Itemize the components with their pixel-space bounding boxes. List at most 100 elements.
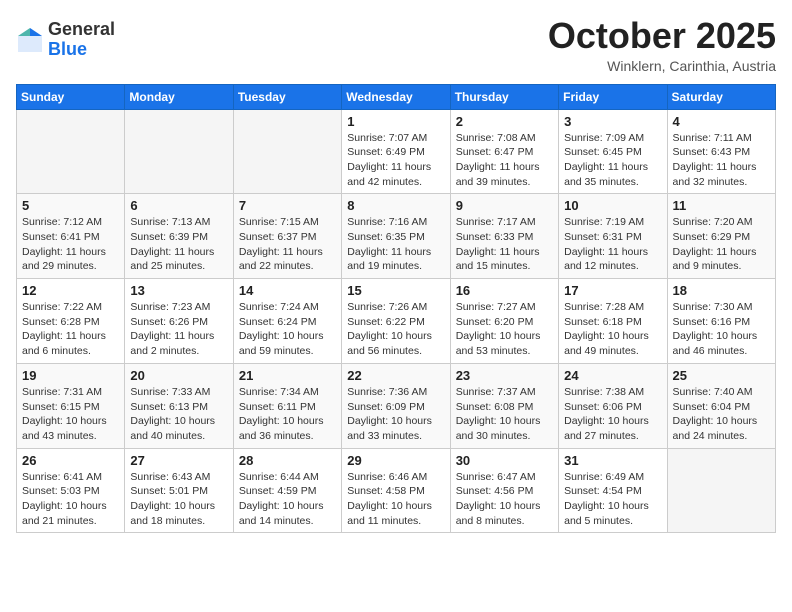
- calendar-empty-cell: [125, 109, 233, 194]
- weekday-header-tuesday: Tuesday: [233, 84, 341, 109]
- day-info: Sunrise: 6:44 AMSunset: 4:59 PMDaylight:…: [239, 470, 336, 529]
- day-info: Sunrise: 7:26 AMSunset: 6:22 PMDaylight:…: [347, 300, 444, 359]
- day-number: 23: [456, 368, 553, 383]
- calendar-day-2: 2 Sunrise: 7:08 AMSunset: 6:47 PMDaylight…: [450, 109, 558, 194]
- weekday-header-friday: Friday: [559, 84, 667, 109]
- logo-text: General Blue: [48, 20, 115, 60]
- day-info: Sunrise: 7:19 AMSunset: 6:31 PMDaylight:…: [564, 215, 661, 274]
- day-info: Sunrise: 7:22 AMSunset: 6:28 PMDaylight:…: [22, 300, 119, 359]
- logo-icon: [16, 26, 44, 54]
- day-info: Sunrise: 6:43 AMSunset: 5:01 PMDaylight:…: [130, 470, 227, 529]
- calendar-day-27: 27 Sunrise: 6:43 AMSunset: 5:01 PMDayligh…: [125, 448, 233, 533]
- day-number: 11: [673, 198, 770, 213]
- day-info: Sunrise: 6:46 AMSunset: 4:58 PMDaylight:…: [347, 470, 444, 529]
- calendar-day-14: 14Sunrise: 7:24 AMSunset: 6:24 PMDayligh…: [233, 279, 341, 364]
- calendar-day-29: 29 Sunrise: 6:46 AMSunset: 4:58 PMDayligh…: [342, 448, 450, 533]
- day-number: 10: [564, 198, 661, 213]
- calendar-day-15: 15 Sunrise: 7:26 AMSunset: 6:22 PMDayligh…: [342, 279, 450, 364]
- logo: General Blue: [16, 20, 115, 60]
- calendar-day-31: 31 Sunrise: 6:49 AMSunset: 4:54 PMDayligh…: [559, 448, 667, 533]
- calendar-day-20: 20 Sunrise: 7:33 AMSunset: 6:13 PMDayligh…: [125, 363, 233, 448]
- day-info: Sunrise: 6:41 AMSunset: 5:03 PMDaylight:…: [22, 470, 119, 529]
- calendar-day-25: 25 Sunrise: 7:40 AMSunset: 6:04 PMDayligh…: [667, 363, 775, 448]
- calendar-day-19: 19 Sunrise: 7:31 AMSunset: 6:15 PMDayligh…: [17, 363, 125, 448]
- calendar-week-row: 5Sunrise: 7:12 AMSunset: 6:41 PMDaylight…: [17, 194, 776, 279]
- page-header: General Blue October 2025 Winklern, Cari…: [16, 16, 776, 74]
- weekday-header-row: SundayMondayTuesdayWednesdayThursdayFrid…: [17, 84, 776, 109]
- day-number: 8: [347, 198, 444, 213]
- day-number: 17: [564, 283, 661, 298]
- day-info: Sunrise: 7:33 AMSunset: 6:13 PMDaylight:…: [130, 385, 227, 444]
- day-info: Sunrise: 7:16 AMSunset: 6:35 PMDaylight:…: [347, 215, 444, 274]
- day-number: 22: [347, 368, 444, 383]
- calendar-empty-cell: [17, 109, 125, 194]
- calendar-day-23: 23 Sunrise: 7:37 AMSunset: 6:08 PMDayligh…: [450, 363, 558, 448]
- calendar-day-24: 24 Sunrise: 7:38 AMSunset: 6:06 PMDayligh…: [559, 363, 667, 448]
- calendar-week-row: 26Sunrise: 6:41 AMSunset: 5:03 PMDayligh…: [17, 448, 776, 533]
- day-info: Sunrise: 7:40 AMSunset: 6:04 PMDaylight:…: [673, 385, 770, 444]
- calendar-day-21: 21 Sunrise: 7:34 AMSunset: 6:11 PMDayligh…: [233, 363, 341, 448]
- calendar-day-1: 1 Sunrise: 7:07 AMSunset: 6:49 PMDaylight…: [342, 109, 450, 194]
- day-info: Sunrise: 7:23 AMSunset: 6:26 PMDaylight:…: [130, 300, 227, 359]
- day-number: 27: [130, 453, 227, 468]
- calendar-week-row: 19 Sunrise: 7:31 AMSunset: 6:15 PMDayligh…: [17, 363, 776, 448]
- title-block: October 2025 Winklern, Carinthia, Austri…: [548, 16, 776, 74]
- calendar-empty-cell: [233, 109, 341, 194]
- day-info: Sunrise: 7:09 AMSunset: 6:45 PMDaylight:…: [564, 131, 661, 190]
- day-info: Sunrise: 6:47 AMSunset: 4:56 PMDaylight:…: [456, 470, 553, 529]
- day-info: Sunrise: 7:08 AMSunset: 6:47 PMDaylight:…: [456, 131, 553, 190]
- weekday-header-sunday: Sunday: [17, 84, 125, 109]
- day-info: Sunrise: 7:11 AMSunset: 6:43 PMDaylight:…: [673, 131, 770, 190]
- logo-blue: Blue: [48, 40, 115, 60]
- day-number: 4: [673, 114, 770, 129]
- day-info: Sunrise: 7:30 AMSunset: 6:16 PMDaylight:…: [673, 300, 770, 359]
- day-info: Sunrise: 7:28 AMSunset: 6:18 PMDaylight:…: [564, 300, 661, 359]
- calendar-empty-cell: [667, 448, 775, 533]
- calendar-day-17: 17 Sunrise: 7:28 AMSunset: 6:18 PMDayligh…: [559, 279, 667, 364]
- day-number: 12: [22, 283, 119, 298]
- calendar-day-7: 7 Sunrise: 7:15 AMSunset: 6:37 PMDaylight…: [233, 194, 341, 279]
- day-info: Sunrise: 7:17 AMSunset: 6:33 PMDaylight:…: [456, 215, 553, 274]
- day-number: 19: [22, 368, 119, 383]
- day-info: Sunrise: 7:34 AMSunset: 6:11 PMDaylight:…: [239, 385, 336, 444]
- calendar-day-9: 9Sunrise: 7:17 AMSunset: 6:33 PMDaylight…: [450, 194, 558, 279]
- day-number: 6: [130, 198, 227, 213]
- day-number: 21: [239, 368, 336, 383]
- calendar-day-18: 18Sunrise: 7:30 AMSunset: 6:16 PMDayligh…: [667, 279, 775, 364]
- weekday-header-thursday: Thursday: [450, 84, 558, 109]
- day-number: 25: [673, 368, 770, 383]
- logo-general: General: [48, 20, 115, 40]
- day-info: Sunrise: 7:20 AMSunset: 6:29 PMDaylight:…: [673, 215, 770, 274]
- day-info: Sunrise: 7:15 AMSunset: 6:37 PMDaylight:…: [239, 215, 336, 274]
- day-info: Sunrise: 7:07 AMSunset: 6:49 PMDaylight:…: [347, 131, 444, 190]
- day-number: 29: [347, 453, 444, 468]
- calendar-day-13: 13Sunrise: 7:23 AMSunset: 6:26 PMDayligh…: [125, 279, 233, 364]
- day-info: Sunrise: 7:31 AMSunset: 6:15 PMDaylight:…: [22, 385, 119, 444]
- calendar-day-11: 11 Sunrise: 7:20 AMSunset: 6:29 PMDayligh…: [667, 194, 775, 279]
- day-info: Sunrise: 7:38 AMSunset: 6:06 PMDaylight:…: [564, 385, 661, 444]
- calendar-table: SundayMondayTuesdayWednesdayThursdayFrid…: [16, 84, 776, 534]
- day-info: Sunrise: 6:49 AMSunset: 4:54 PMDaylight:…: [564, 470, 661, 529]
- calendar-day-16: 16 Sunrise: 7:27 AMSunset: 6:20 PMDayligh…: [450, 279, 558, 364]
- day-info: Sunrise: 7:27 AMSunset: 6:20 PMDaylight:…: [456, 300, 553, 359]
- day-number: 31: [564, 453, 661, 468]
- calendar-day-10: 10 Sunrise: 7:19 AMSunset: 6:31 PMDayligh…: [559, 194, 667, 279]
- day-number: 1: [347, 114, 444, 129]
- day-number: 16: [456, 283, 553, 298]
- calendar-day-6: 6 Sunrise: 7:13 AMSunset: 6:39 PMDaylight…: [125, 194, 233, 279]
- weekday-header-saturday: Saturday: [667, 84, 775, 109]
- day-info: Sunrise: 7:13 AMSunset: 6:39 PMDaylight:…: [130, 215, 227, 274]
- calendar-day-5: 5Sunrise: 7:12 AMSunset: 6:41 PMDaylight…: [17, 194, 125, 279]
- calendar-week-row: 1 Sunrise: 7:07 AMSunset: 6:49 PMDaylight…: [17, 109, 776, 194]
- calendar-day-12: 12 Sunrise: 7:22 AMSunset: 6:28 PMDayligh…: [17, 279, 125, 364]
- day-number: 7: [239, 198, 336, 213]
- day-number: 5: [22, 198, 119, 213]
- location: Winklern, Carinthia, Austria: [548, 58, 776, 74]
- day-number: 2: [456, 114, 553, 129]
- day-number: 28: [239, 453, 336, 468]
- day-number: 15: [347, 283, 444, 298]
- day-info: Sunrise: 7:37 AMSunset: 6:08 PMDaylight:…: [456, 385, 553, 444]
- day-number: 20: [130, 368, 227, 383]
- day-number: 24: [564, 368, 661, 383]
- day-number: 30: [456, 453, 553, 468]
